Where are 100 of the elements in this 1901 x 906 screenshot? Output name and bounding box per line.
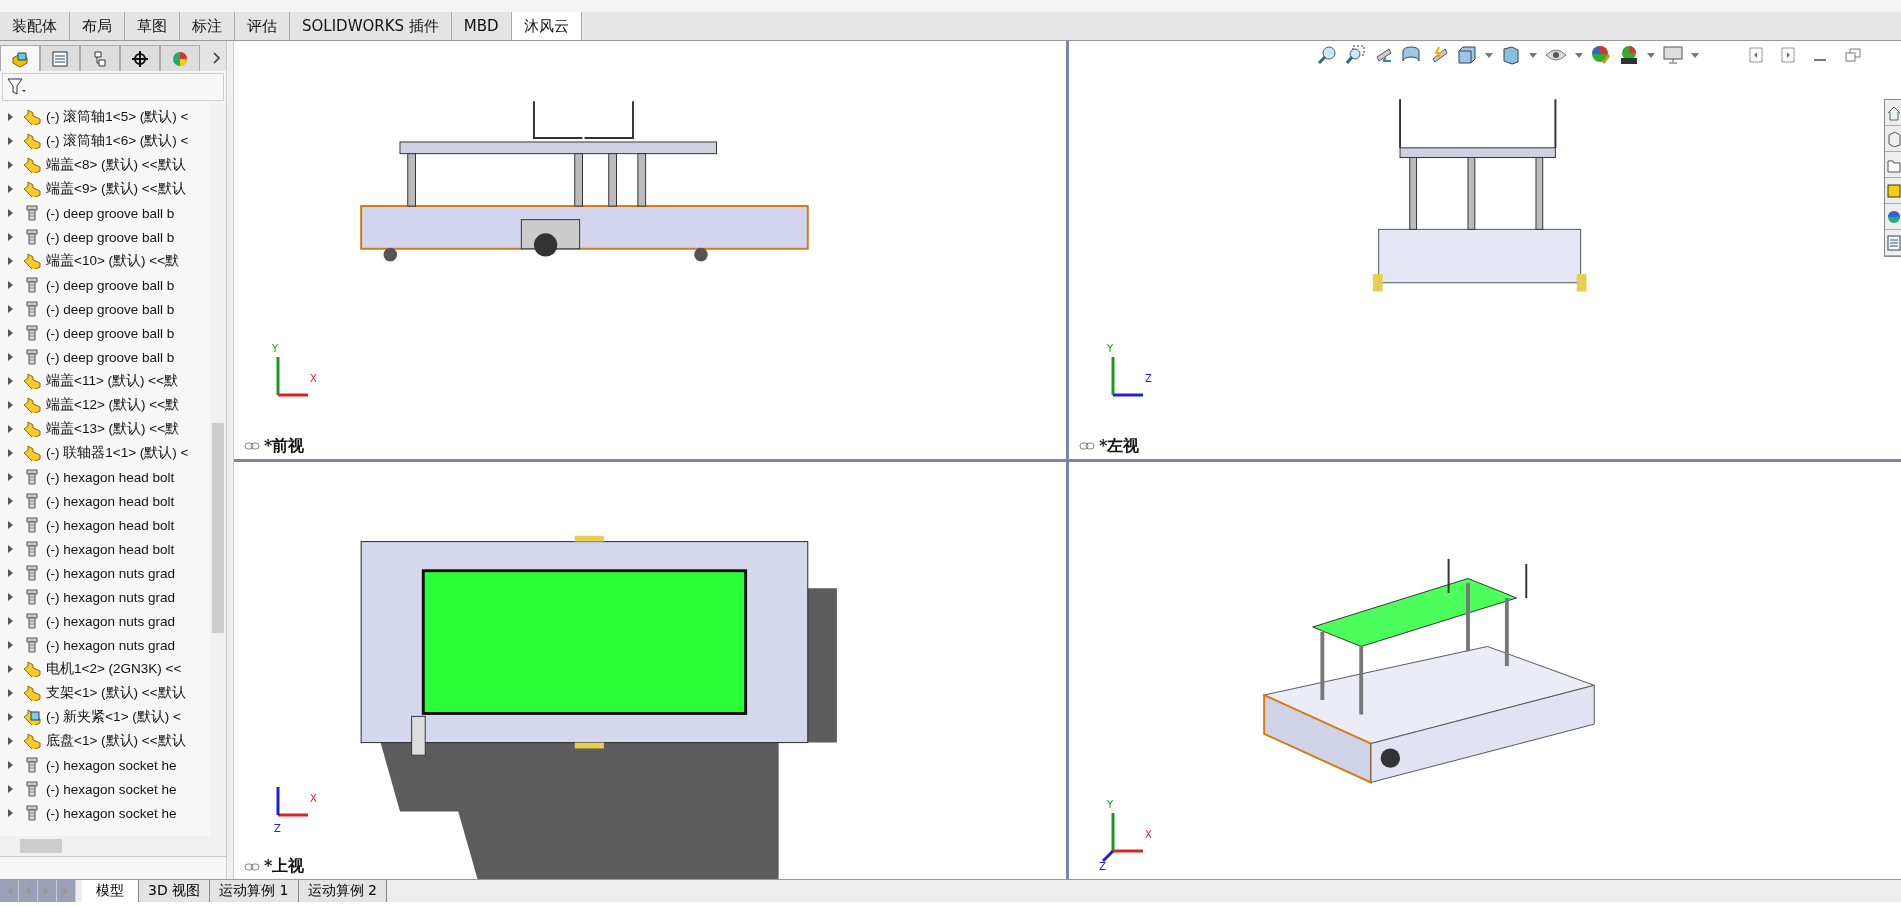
- expand-arrow-icon[interactable]: [8, 257, 13, 265]
- tile-right-icon[interactable]: [1781, 47, 1795, 63]
- dropdown-caret-icon[interactable]: [1529, 52, 1537, 58]
- expand-arrow-icon[interactable]: [8, 497, 13, 505]
- tree-item[interactable]: (-) hexagon socket he: [46, 805, 177, 821]
- property-tab[interactable]: [40, 45, 80, 71]
- scene-icon[interactable]: [1619, 45, 1639, 65]
- command-tab[interactable]: 沐风云: [511, 12, 582, 40]
- tree-item[interactable]: (-) hexagon head bolt: [46, 469, 175, 485]
- tree-item[interactable]: (-) hexagon nuts grad: [46, 637, 176, 653]
- tree-item[interactable]: (-) hexagon nuts grad: [46, 589, 176, 605]
- bottom-tab[interactable]: 模型: [82, 880, 139, 902]
- tree-item[interactable]: 端盖<13> (默认) <<默: [46, 420, 180, 438]
- expand-arrow-icon[interactable]: [8, 641, 13, 649]
- expand-arrow-icon[interactable]: [8, 305, 13, 313]
- tree-item[interactable]: (-) hexagon nuts grad: [46, 613, 176, 629]
- tree-item[interactable]: (-) hexagon head bolt: [46, 493, 175, 509]
- tree-item[interactable]: 电机1<2> (2GN3K) <<: [46, 660, 182, 678]
- axis-label: Z: [274, 823, 281, 834]
- tree-item[interactable]: (-) hexagon socket he: [46, 781, 177, 797]
- tree-item[interactable]: 端盖<12> (默认) <<默: [46, 396, 180, 414]
- expand-arrow-icon[interactable]: [8, 113, 13, 121]
- view-orientation-icon[interactable]: [1457, 45, 1477, 65]
- tree-item[interactable]: (-) 滚筒轴1<5> (默认) <: [46, 108, 189, 126]
- tree-item[interactable]: 端盖<11> (默认) <<默: [46, 372, 179, 390]
- expand-arrow-icon[interactable]: [8, 353, 13, 361]
- tree-item[interactable]: 支架<1> (默认) <<默认: [46, 684, 186, 702]
- expand-arrow-icon[interactable]: [8, 161, 13, 169]
- expand-arrow-icon[interactable]: [8, 593, 13, 601]
- expand-arrow-icon[interactable]: [8, 569, 13, 577]
- edit-appearance-icon[interactable]: [1591, 45, 1611, 65]
- expand-arrow-icon[interactable]: [8, 617, 13, 625]
- tree-item[interactable]: 端盖<10> (默认) <<默: [46, 252, 180, 270]
- expand-arrow-icon[interactable]: [8, 761, 13, 769]
- viewport[interactable]: Y X *前视: [234, 41, 1066, 459]
- expand-arrow-icon[interactable]: [8, 137, 13, 145]
- expand-arrow-icon[interactable]: [8, 689, 13, 697]
- tree-item[interactable]: 端盖<9> (默认) <<默认: [46, 180, 186, 198]
- properties-icon[interactable]: [1885, 230, 1901, 256]
- zoom-to-fit-icon[interactable]: [1317, 45, 1337, 65]
- tree-item[interactable]: (-) hexagon socket he: [46, 757, 177, 773]
- tree-item[interactable]: (-) deep groove ball b: [46, 277, 175, 293]
- expand-arrow-icon[interactable]: [8, 401, 13, 409]
- tree-item[interactable]: 端盖<8> (默认) <<默认: [46, 156, 186, 174]
- dropdown-caret-icon[interactable]: [1485, 52, 1493, 58]
- zoom-area-icon[interactable]: [1345, 45, 1365, 65]
- expand-arrow-icon[interactable]: [8, 809, 13, 817]
- expand-arrow-icon[interactable]: [8, 281, 13, 289]
- tree-item[interactable]: (-) deep groove ball b: [46, 349, 175, 365]
- expand-arrow-icon[interactable]: [8, 449, 13, 457]
- tree-item[interactable]: (-) 滚筒轴1<6> (默认) <: [46, 132, 189, 150]
- tree-item[interactable]: (-) deep groove ball b: [46, 205, 175, 221]
- vertical-scrollbar[interactable]: [210, 103, 226, 836]
- tree-item[interactable]: (-) deep groove ball b: [46, 301, 175, 317]
- dropdown-caret-icon[interactable]: [1575, 52, 1583, 58]
- expand-arrow-icon[interactable]: [8, 209, 13, 217]
- home-icon[interactable]: [1885, 100, 1901, 126]
- appearance-icon[interactable]: [1885, 204, 1901, 230]
- tree-item[interactable]: (-) hexagon nuts grad: [46, 565, 176, 581]
- tree-item[interactable]: 底盘<1> (默认) <<默认: [46, 732, 186, 750]
- restore-icon[interactable]: [1845, 48, 1861, 62]
- bolt-icon: [23, 757, 41, 773]
- bottom-tab[interactable]: 运动算例 1: [210, 880, 299, 902]
- config-tab[interactable]: [80, 45, 120, 71]
- expand-arrow-icon[interactable]: [8, 185, 13, 193]
- expand-arrow-icon[interactable]: [8, 377, 13, 385]
- tree-item[interactable]: (-) hexagon head bolt: [46, 541, 175, 557]
- horizontal-scrollbar[interactable]: [0, 836, 226, 856]
- tree-item[interactable]: (-) 联轴器1<1> (默认) <: [46, 444, 189, 462]
- display-style-icon[interactable]: [1501, 45, 1521, 65]
- dropdown-caret-icon[interactable]: [1647, 52, 1655, 58]
- expand-arrow-icon[interactable]: [8, 545, 13, 553]
- parts-icon[interactable]: [1885, 126, 1901, 152]
- expand-arrow-icon[interactable]: [8, 737, 13, 745]
- filter-field[interactable]: [2, 73, 224, 101]
- eye-icon[interactable]: [1545, 48, 1567, 62]
- tree-item[interactable]: (-) deep groove ball b: [46, 325, 175, 341]
- viewport[interactable]: X Z *上视: [234, 461, 1066, 879]
- expand-arrow-icon[interactable]: [8, 425, 13, 433]
- folder-icon[interactable]: [1885, 152, 1901, 178]
- viewport[interactable]: Y X Z: [1069, 461, 1901, 879]
- expand-arrow-icon[interactable]: [8, 329, 13, 337]
- expand-arrow-icon[interactable]: [8, 665, 13, 673]
- bottom-tab[interactable]: 运动算例 2: [298, 880, 387, 902]
- dropdown-caret-icon[interactable]: [1691, 52, 1699, 58]
- expand-arrow-icon[interactable]: [8, 233, 13, 241]
- tree-item[interactable]: (-) 新夹紧<1> (默认) <: [46, 708, 181, 726]
- expand-arrow-icon[interactable]: [8, 785, 13, 793]
- expand-arrow-icon[interactable]: [8, 521, 13, 529]
- bottom-tab[interactable]: 3D 视图: [139, 880, 211, 902]
- tree-item[interactable]: (-) hexagon head bolt: [46, 517, 175, 533]
- expand-arrow-icon[interactable]: [8, 713, 13, 721]
- tree-item[interactable]: (-) deep groove ball b: [46, 229, 175, 245]
- expand-arrow-icon[interactable]: [8, 473, 13, 481]
- tree-tab[interactable]: [0, 45, 40, 71]
- palette-icon[interactable]: [1885, 178, 1901, 204]
- monitor-icon[interactable]: [1663, 46, 1683, 64]
- viewport[interactable]: Y Z *左视: [1069, 41, 1901, 459]
- dimxpert-tab[interactable]: [120, 45, 160, 71]
- tile-left-icon[interactable]: [1749, 47, 1763, 63]
